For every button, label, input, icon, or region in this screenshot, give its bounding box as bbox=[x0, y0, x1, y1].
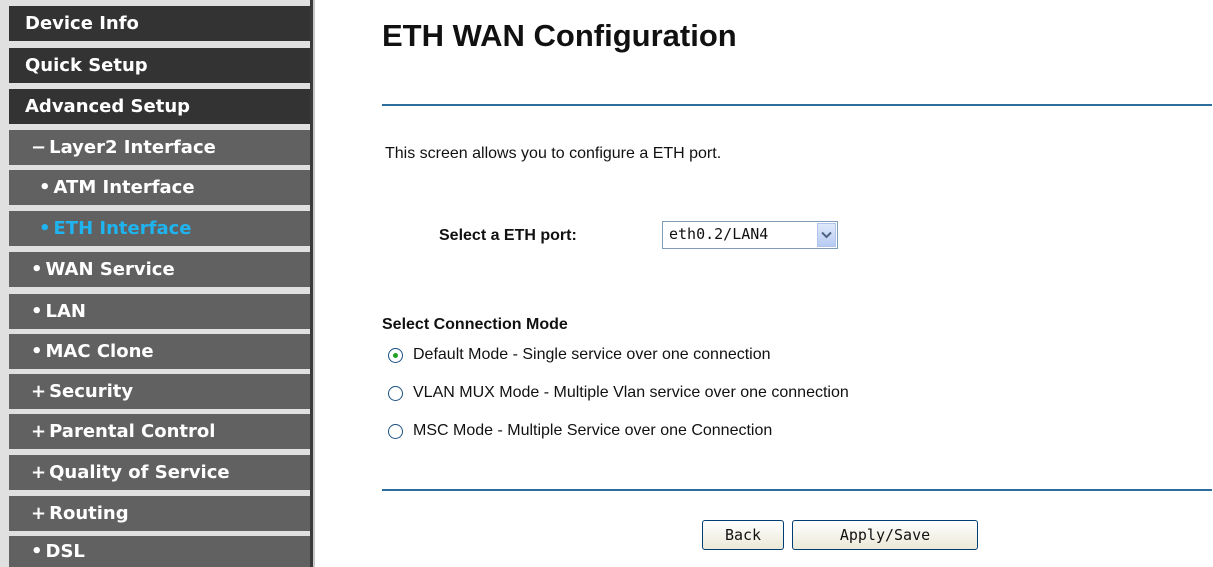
nav-label: ETH Interface bbox=[53, 218, 192, 239]
nav-routing[interactable]: + Routing bbox=[9, 496, 310, 531]
nav-lan[interactable]: • LAN bbox=[9, 294, 310, 329]
apply-save-button[interactable]: Apply/Save bbox=[792, 520, 978, 550]
nav-eth-interface[interactable]: • ETH Interface bbox=[9, 211, 310, 246]
back-button[interactable]: Back bbox=[702, 520, 784, 550]
main-content: ETH WAN Configuration This screen allows… bbox=[315, 0, 1213, 567]
port-select-label: Select a ETH port: bbox=[439, 227, 577, 244]
nav-label: MAC Clone bbox=[45, 341, 154, 362]
bullet-icon: • bbox=[39, 177, 51, 198]
nav-label: WAN Service bbox=[45, 259, 175, 280]
page-title: ETH WAN Configuration bbox=[382, 18, 737, 53]
bottom-divider bbox=[382, 489, 1212, 491]
nav-label: Parental Control bbox=[49, 421, 216, 442]
bullet-icon: • bbox=[31, 301, 43, 322]
sidebar: Device Info Quick Setup Advanced Setup −… bbox=[0, 0, 310, 567]
nav-atm-interface[interactable]: • ATM Interface bbox=[9, 170, 310, 205]
radio-vlan-mux-mode[interactable] bbox=[388, 385, 403, 401]
nav-wan-service[interactable]: • WAN Service bbox=[9, 252, 310, 287]
mode-option-msc[interactable]: MSC Mode - Multiple Service over one Con… bbox=[388, 422, 772, 440]
nav-label: Advanced Setup bbox=[25, 96, 191, 117]
mode-option-default[interactable]: Default Mode - Single service over one c… bbox=[388, 346, 771, 364]
connection-mode-heading: Select Connection Mode bbox=[382, 316, 568, 333]
expand-icon: + bbox=[31, 421, 47, 442]
nav-label: Routing bbox=[49, 503, 129, 524]
top-divider bbox=[382, 104, 1212, 106]
nav-quality-of-service[interactable]: + Quality of Service bbox=[9, 455, 310, 490]
bullet-icon: • bbox=[39, 218, 51, 239]
nav-mac-clone[interactable]: • MAC Clone bbox=[9, 334, 310, 369]
nav-device-info[interactable]: Device Info bbox=[9, 6, 310, 41]
mode-option-vlan-mux[interactable]: VLAN MUX Mode - Multiple Vlan service ov… bbox=[388, 384, 849, 402]
nav-label: Quick Setup bbox=[25, 55, 148, 76]
radio-label: Default Mode - Single service over one c… bbox=[413, 346, 771, 363]
nav-layer2-interface[interactable]: − Layer2 Interface bbox=[9, 130, 310, 165]
expand-icon: + bbox=[31, 503, 47, 524]
nav-label: ATM Interface bbox=[53, 177, 195, 198]
bullet-icon: • bbox=[31, 541, 43, 562]
chevron-down-icon[interactable] bbox=[817, 223, 836, 247]
nav-parental-control[interactable]: + Parental Control bbox=[9, 414, 310, 449]
radio-label: MSC Mode - Multiple Service over one Con… bbox=[413, 422, 773, 439]
nav-label: Security bbox=[49, 381, 134, 402]
bullet-icon: • bbox=[31, 259, 43, 280]
bullet-icon: • bbox=[31, 341, 43, 362]
expand-icon: + bbox=[31, 381, 47, 402]
nav-advanced-setup[interactable]: Advanced Setup bbox=[9, 89, 310, 124]
radio-default-mode[interactable] bbox=[388, 347, 403, 363]
nav-label: Device Info bbox=[25, 13, 139, 34]
nav-label: Quality of Service bbox=[49, 462, 230, 483]
nav-security[interactable]: + Security bbox=[9, 374, 310, 409]
eth-port-select[interactable]: eth0.2/LAN4 bbox=[662, 221, 838, 249]
expand-icon: + bbox=[31, 462, 47, 483]
radio-msc-mode[interactable] bbox=[388, 423, 403, 439]
eth-port-select-value: eth0.2/LAN4 bbox=[669, 225, 769, 243]
intro-text: This screen allows you to configure a ET… bbox=[385, 145, 722, 162]
radio-label: VLAN MUX Mode - Multiple Vlan service ov… bbox=[413, 384, 849, 401]
nav-quick-setup[interactable]: Quick Setup bbox=[9, 48, 310, 83]
nav-label: DSL bbox=[45, 541, 85, 562]
nav-dsl[interactable]: • DSL bbox=[9, 536, 310, 567]
collapse-icon: − bbox=[31, 137, 47, 158]
nav-label: LAN bbox=[45, 301, 86, 322]
nav-label: Layer2 Interface bbox=[49, 137, 216, 158]
